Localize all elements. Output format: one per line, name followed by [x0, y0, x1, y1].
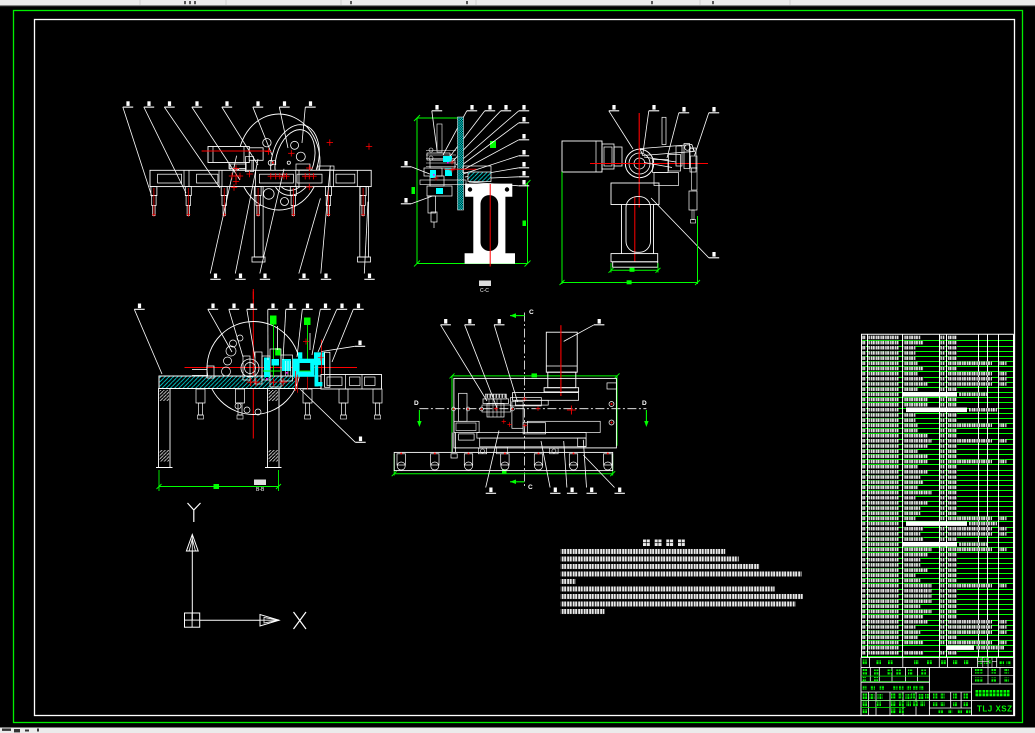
svg-text:D: D: [642, 400, 647, 407]
svg-text:B-B: B-B: [256, 487, 265, 493]
svg-text:C-C: C-C: [480, 288, 489, 294]
svg-text:TLJ XSZ: TLJ XSZ: [977, 705, 1013, 714]
svg-text:C: C: [528, 484, 533, 491]
svg-text:D: D: [414, 400, 419, 407]
svg-text:C: C: [529, 309, 534, 316]
